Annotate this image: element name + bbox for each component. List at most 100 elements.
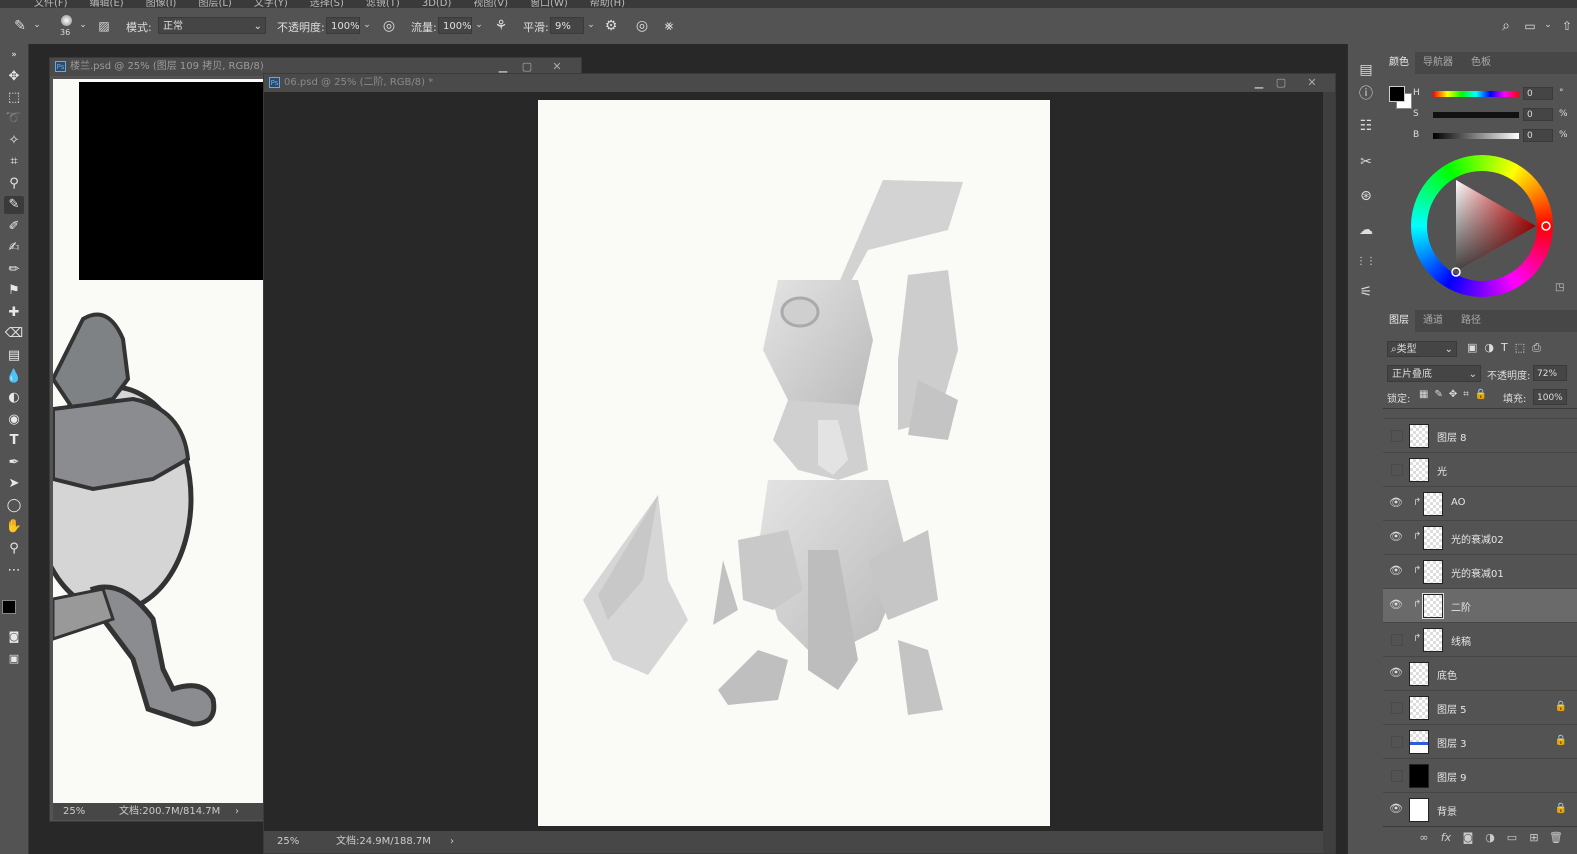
adjustments-panel-icon[interactable]: ⚟ xyxy=(1356,282,1376,302)
trash-icon[interactable]: 🗑 xyxy=(1547,831,1565,847)
hand-tool-icon[interactable]: ✋ xyxy=(4,518,24,536)
smoothing-input[interactable]: 9% xyxy=(550,17,584,34)
color-wheel[interactable] xyxy=(1411,155,1553,297)
layer-row[interactable]: 👁 ↱ 二阶 xyxy=(1383,589,1577,623)
marquee-tool-icon[interactable]: ⬚ xyxy=(4,89,24,107)
layer-row[interactable]: 👁 底色 xyxy=(1383,657,1577,691)
screen-mode-icon[interactable]: ▣ xyxy=(4,650,24,668)
document-2-titlebar[interactable]: Ps 06.psd @ 25% (二阶, RGB/8) * ▁ ▢ ✕ xyxy=(264,74,1335,92)
eyedropper-tool-icon[interactable]: ⚲ xyxy=(4,175,24,193)
brush-preset-picker[interactable]: 36 xyxy=(56,13,78,39)
brightness-input[interactable]: 0 xyxy=(1523,129,1553,142)
layer-thumbnail[interactable] xyxy=(1423,526,1443,550)
eye-icon[interactable] xyxy=(1391,430,1403,442)
saturation-slider[interactable] xyxy=(1433,112,1519,118)
quick-mask-icon[interactable]: ◙ xyxy=(4,628,24,646)
quick-select-tool-icon[interactable]: ✧ xyxy=(4,132,24,150)
eye-icon[interactable] xyxy=(1391,702,1403,714)
airbrush-icon[interactable]: ⚘ xyxy=(491,16,511,36)
layer-row[interactable]: 👁 背景 🔒 xyxy=(1383,793,1577,823)
search-icon[interactable]: ⌕ xyxy=(1496,16,1516,36)
fx-icon[interactable]: fx xyxy=(1437,831,1455,847)
share-icon[interactable]: ⇧ xyxy=(1557,16,1577,36)
layer-name[interactable]: 背景 xyxy=(1437,803,1457,818)
layer-thumbnail[interactable] xyxy=(1423,560,1443,584)
layer-row[interactable]: 👁 ↱ AO xyxy=(1383,487,1577,521)
document-2-canvas[interactable] xyxy=(538,100,1050,826)
symmetry-icon[interactable]: ⨳ xyxy=(659,16,679,36)
layer-name[interactable]: 光的衰减01 xyxy=(1451,565,1504,580)
group-icon[interactable]: ▭ xyxy=(1503,831,1521,847)
brightness-slider[interactable] xyxy=(1433,133,1519,139)
layer-row[interactable]: 👁 ↱ 光的衰减02 xyxy=(1383,521,1577,555)
eye-icon[interactable]: 👁 xyxy=(1389,496,1403,510)
foreground-color-swatch[interactable] xyxy=(2,600,16,614)
maximize-button[interactable]: ▢ xyxy=(1272,74,1290,92)
color-foreground-swatch[interactable] xyxy=(1389,86,1405,102)
tab-color[interactable]: 颜色 xyxy=(1383,52,1415,74)
shape-filter-icon[interactable]: ⬚ xyxy=(1515,341,1532,354)
hue-slider[interactable] xyxy=(1433,91,1519,97)
layer-name[interactable]: 图层 9 xyxy=(1437,769,1467,784)
collapse-panel-icon[interactable]: ⋮⋮ xyxy=(1356,252,1376,272)
adjustment-filter-icon[interactable]: ◑ xyxy=(1484,341,1501,354)
lock-artboard-icon[interactable]: ⌗ xyxy=(1463,389,1475,400)
type-tool-icon[interactable]: T xyxy=(4,432,24,450)
status-menu-arrow-icon[interactable]: › xyxy=(235,803,239,820)
layer-row[interactable]: 图层 3 🔒 xyxy=(1383,725,1577,759)
history-panel-icon[interactable]: ▤ xyxy=(1356,60,1376,80)
color-triangle[interactable] xyxy=(1411,155,1553,297)
eye-icon[interactable]: 👁 xyxy=(1389,666,1403,680)
mask-icon[interactable]: ◙ xyxy=(1459,831,1477,847)
adjustment-icon[interactable]: ◑ xyxy=(1481,831,1499,847)
healing-tool-icon[interactable]: ✚ xyxy=(4,304,24,322)
lock-pixels-icon[interactable]: ✎ xyxy=(1434,389,1448,400)
brush-tool-icon[interactable]: ✎ xyxy=(4,196,24,214)
minimize-button[interactable]: ▁ xyxy=(1250,74,1268,92)
hue-input[interactable]: 0 xyxy=(1523,87,1553,100)
lock-position-icon[interactable]: ✥ xyxy=(1449,389,1463,400)
eye-icon[interactable]: 👁 xyxy=(1389,530,1403,544)
layer-thumbnail[interactable] xyxy=(1409,730,1429,754)
eye-icon[interactable] xyxy=(1391,770,1403,782)
layer-thumbnail[interactable] xyxy=(1409,764,1429,788)
color-panel-menu-icon[interactable]: ◳ xyxy=(1555,282,1564,293)
lock-all-icon[interactable]: 🔒 xyxy=(1475,389,1493,400)
ellipse-tool-icon[interactable]: ◯ xyxy=(4,497,24,515)
lock-transparency-icon[interactable]: ▦ xyxy=(1419,389,1434,400)
pressure-opacity-icon[interactable]: ◎ xyxy=(379,16,399,36)
sponge-tool-icon[interactable]: ◉ xyxy=(4,411,24,429)
more-tools-icon[interactable]: ⋯ xyxy=(4,562,24,580)
layer-row[interactable]: 图层 9 xyxy=(1383,759,1577,793)
layer-thumbnail[interactable] xyxy=(1423,628,1443,652)
layer-name[interactable]: 底色 xyxy=(1437,667,1457,682)
crop-tool-icon[interactable]: ⌗ xyxy=(4,153,24,171)
gradient-tool-icon[interactable]: ▤ xyxy=(4,347,24,365)
smart-object-filter-icon[interactable]: ⎙ xyxy=(1532,341,1548,354)
clone-stamp-tool-icon[interactable]: ⚑ xyxy=(4,282,24,300)
clone-source-panel-icon[interactable]: ⊛ xyxy=(1356,186,1376,206)
new-layer-icon[interactable]: ⊞ xyxy=(1525,831,1543,847)
brush-preset-dropdown[interactable]: ⌄ xyxy=(76,17,90,34)
layer-row[interactable]: ↱ 线稿 xyxy=(1383,623,1577,657)
document-1-canvas[interactable] xyxy=(53,79,263,803)
mixer-brush-tool-icon[interactable]: ✏ xyxy=(4,261,24,279)
layer-name[interactable]: 图层 3 xyxy=(1437,735,1467,750)
layer-thumbnail[interactable] xyxy=(1423,492,1443,516)
eye-icon[interactable] xyxy=(1391,464,1403,476)
flow-dropdown[interactable]: ⌄ xyxy=(472,17,486,34)
zoom-tool-icon[interactable]: ⚲ xyxy=(4,540,24,558)
brush-settings-panel-icon[interactable]: ✂ xyxy=(1356,152,1376,172)
layer-row[interactable]: 👁 ↱ 光的衰减01 xyxy=(1383,555,1577,589)
saturation-input[interactable]: 0 xyxy=(1523,108,1553,121)
status-menu-arrow-icon[interactable]: › xyxy=(450,831,454,853)
blend-mode-select[interactable]: 正片叠底 ⌄ xyxy=(1387,365,1481,382)
type-filter-icon[interactable]: T xyxy=(1501,341,1515,354)
layer-name[interactable]: 图层 8 xyxy=(1437,429,1467,444)
opacity-dropdown[interactable]: ⌄ xyxy=(360,17,374,34)
move-tool-icon[interactable]: ✥ xyxy=(4,68,24,86)
eye-icon[interactable]: 👁 xyxy=(1389,802,1403,816)
layer-row[interactable]: 图层 5 🔒 xyxy=(1383,691,1577,725)
tab-channels[interactable]: 通道 xyxy=(1417,310,1449,332)
tab-swatches[interactable]: 色板 xyxy=(1465,52,1497,74)
